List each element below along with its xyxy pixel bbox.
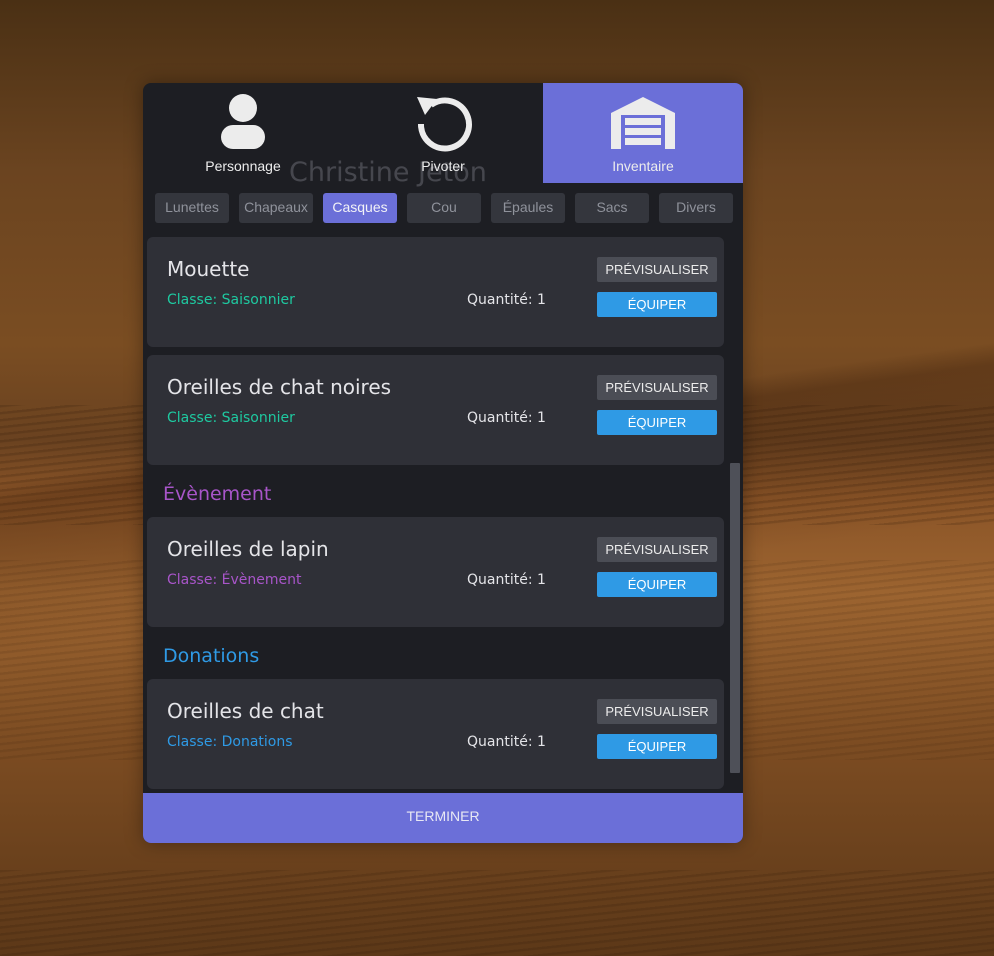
garage-icon <box>611 97 675 149</box>
nav-inventaire[interactable]: Inventaire <box>543 83 743 183</box>
equip-button[interactable]: ÉQUIPER <box>597 734 717 759</box>
item-name: Mouette <box>167 257 250 281</box>
dune-texture <box>0 870 994 956</box>
inventory-item-card: Mouette Classe: Saisonnier Quantité: 1 P… <box>147 237 724 347</box>
tab-epaules[interactable]: Épaules <box>491 193 565 223</box>
item-quantity: Quantité: 1 <box>467 734 546 750</box>
top-navigation: Personnage Pivoter Inventaire <box>143 83 743 183</box>
nav-pivoter-label: Pivoter <box>421 158 465 174</box>
item-class: Classe: Évènement <box>167 572 302 588</box>
equip-button[interactable]: ÉQUIPER <box>597 292 717 317</box>
section-title-evenement: Évènement <box>163 483 272 505</box>
inventory-list[interactable]: Mouette Classe: Saisonnier Quantité: 1 P… <box>147 237 739 791</box>
tab-divers[interactable]: Divers <box>659 193 733 223</box>
tab-casques[interactable]: Casques <box>323 193 397 223</box>
section-title-donations: Donations <box>163 645 260 667</box>
character-customization-panel: Christine Jeton Personnage Pivoter Inven… <box>143 83 743 843</box>
preview-button[interactable]: PRÉVISUALISER <box>597 537 717 562</box>
inventory-item-card: Oreilles de chat Classe: Donations Quant… <box>147 679 724 789</box>
item-class: Classe: Donations <box>167 734 293 750</box>
finish-button[interactable]: TERMINER <box>143 793 743 843</box>
item-name: Oreilles de chat noires <box>167 375 392 399</box>
nav-pivoter[interactable]: Pivoter <box>343 83 543 183</box>
tab-chapeaux[interactable]: Chapeaux <box>239 193 313 223</box>
nav-personnage[interactable]: Personnage <box>143 83 343 183</box>
nav-personnage-label: Personnage <box>205 158 281 174</box>
item-name: Oreilles de lapin <box>167 537 329 561</box>
tab-lunettes[interactable]: Lunettes <box>155 193 229 223</box>
rotate-icon <box>417 97 472 152</box>
inventory-item-card: Oreilles de lapin Classe: Évènement Quan… <box>147 517 724 627</box>
preview-button[interactable]: PRÉVISUALISER <box>597 375 717 400</box>
item-class: Classe: Saisonnier <box>167 410 295 426</box>
item-class: Classe: Saisonnier <box>167 292 295 308</box>
scrollbar-thumb[interactable] <box>730 463 740 773</box>
item-quantity: Quantité: 1 <box>467 292 546 308</box>
inventory-item-card: Oreilles de chat noires Classe: Saisonni… <box>147 355 724 465</box>
user-icon <box>221 94 265 149</box>
tab-sacs[interactable]: Sacs <box>575 193 649 223</box>
item-quantity: Quantité: 1 <box>467 410 546 426</box>
tab-cou[interactable]: Cou <box>407 193 481 223</box>
equip-button[interactable]: ÉQUIPER <box>597 410 717 435</box>
category-tabs: Lunettes Chapeaux Casques Cou Épaules Sa… <box>155 193 735 223</box>
preview-button[interactable]: PRÉVISUALISER <box>597 257 717 282</box>
preview-button[interactable]: PRÉVISUALISER <box>597 699 717 724</box>
equip-button[interactable]: ÉQUIPER <box>597 572 717 597</box>
item-quantity: Quantité: 1 <box>467 572 546 588</box>
item-name: Oreilles de chat <box>167 699 324 723</box>
nav-inventaire-label: Inventaire <box>612 158 674 174</box>
